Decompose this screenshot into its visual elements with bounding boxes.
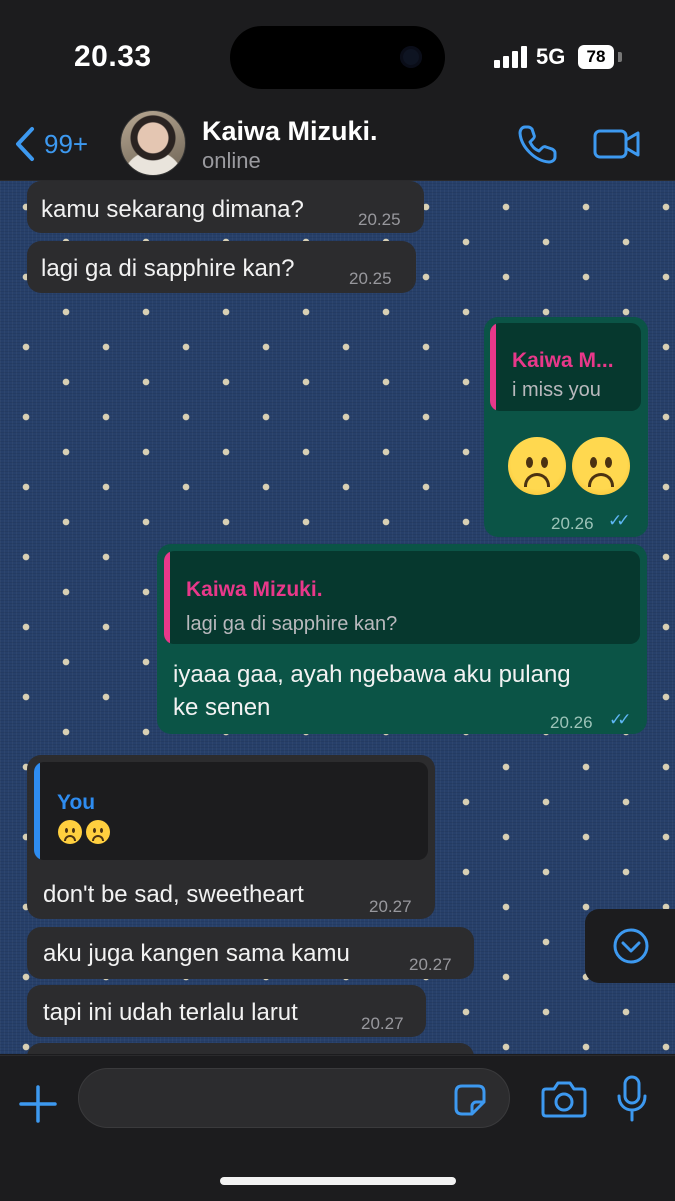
status-bar: 20.33 5G 78 bbox=[0, 0, 675, 110]
front-camera-icon bbox=[400, 46, 422, 68]
message-time: 20.27 bbox=[361, 1014, 404, 1033]
chevron-down-circle-icon bbox=[613, 928, 649, 964]
signal-strength-icon bbox=[494, 46, 528, 68]
message-incoming[interactable]: aku juga kangen sama kamu 20.27 bbox=[27, 927, 474, 979]
scroll-to-bottom-button[interactable] bbox=[585, 909, 675, 983]
avatar[interactable] bbox=[120, 110, 186, 176]
message-incoming[interactable]: tapi ini udah terlalu larut 20.27 bbox=[27, 985, 426, 1037]
message-time: 20.26 bbox=[550, 713, 593, 732]
quote-author: Kaiwa Mizuki. bbox=[186, 578, 323, 601]
message-input[interactable] bbox=[78, 1068, 510, 1128]
contact-name[interactable]: Kaiwa Mizuki. bbox=[202, 116, 378, 147]
message-text: don't be sad, sweetheart bbox=[43, 881, 304, 908]
chat-header: 99+ Kaiwa Mizuki. online bbox=[0, 110, 675, 181]
microphone-icon[interactable] bbox=[614, 1074, 650, 1124]
message-text: aku juga kangen sama kamu bbox=[43, 940, 350, 967]
message-incoming[interactable]: lagi ga di sapphire kan? 20.25 bbox=[27, 241, 416, 293]
chevron-left-icon bbox=[16, 127, 34, 161]
plus-icon[interactable] bbox=[18, 1084, 58, 1124]
battery-tip bbox=[618, 52, 622, 62]
message-text-line: iyaaa gaa, ayah ngebawa aku pulang bbox=[173, 661, 571, 688]
contact-status: online bbox=[202, 148, 261, 173]
quote-author: You bbox=[57, 791, 96, 814]
video-camera-icon[interactable] bbox=[592, 124, 642, 164]
dynamic-island bbox=[230, 26, 445, 89]
quote-text: i miss you bbox=[512, 379, 601, 401]
unread-count: 99+ bbox=[44, 128, 89, 159]
network-type: 5G bbox=[536, 44, 566, 69]
message-text: kamu sekarang dimana? bbox=[41, 196, 304, 223]
sad-face-emoji bbox=[86, 820, 110, 844]
quote-bar bbox=[490, 323, 496, 411]
read-ticks-icon: ✓✓ bbox=[609, 710, 631, 729]
message-time: 20.26 bbox=[551, 514, 594, 533]
message-outgoing[interactable]: Kaiwa Mizuki. lagi ga di sapphire kan? i… bbox=[157, 544, 647, 734]
message-time: 20.27 bbox=[409, 955, 452, 974]
message-incoming[interactable]: You don't be sad, sweetheart 20.27 bbox=[27, 755, 435, 919]
sticker-icon[interactable] bbox=[452, 1082, 488, 1118]
message-outgoing[interactable]: Kaiwa M... i miss you 20.26 ✓✓ bbox=[484, 317, 648, 537]
quoted-message[interactable]: Kaiwa M... i miss you bbox=[490, 323, 641, 411]
message-time: 20.25 bbox=[349, 269, 392, 288]
quote-bar bbox=[34, 762, 40, 860]
message-text-line: ke senen bbox=[173, 694, 271, 721]
message-text: tapi ini udah terlalu larut bbox=[43, 999, 298, 1026]
quote-bar bbox=[164, 551, 170, 644]
camera-icon[interactable] bbox=[540, 1078, 588, 1120]
quote-author: Kaiwa M... bbox=[512, 349, 614, 372]
message-time: 20.25 bbox=[358, 210, 401, 229]
chat-area[interactable]: kamu sekarang dimana? 20.25 lagi ga di s… bbox=[0, 181, 675, 1054]
back-button[interactable]: 99+ bbox=[14, 122, 114, 166]
message-incoming[interactable]: kamu sekarang dimana? 20.25 bbox=[27, 181, 424, 233]
status-time: 20.33 bbox=[74, 40, 152, 73]
battery-level: 78 bbox=[586, 47, 606, 66]
sad-face-emoji bbox=[58, 820, 82, 844]
phone-icon[interactable] bbox=[516, 122, 560, 166]
message-time: 20.27 bbox=[369, 897, 412, 916]
quote-text: lagi ga di sapphire kan? bbox=[186, 613, 398, 635]
message-incoming-partial[interactable] bbox=[27, 1043, 474, 1054]
quoted-message[interactable]: Kaiwa Mizuki. lagi ga di sapphire kan? bbox=[164, 551, 640, 644]
quoted-message[interactable]: You bbox=[34, 762, 428, 860]
home-indicator[interactable] bbox=[220, 1177, 456, 1185]
sad-face-emoji bbox=[508, 437, 566, 495]
sad-face-emoji bbox=[572, 437, 630, 495]
message-text: lagi ga di sapphire kan? bbox=[41, 255, 295, 282]
battery-icon: 78 bbox=[578, 45, 614, 69]
read-ticks-icon: ✓✓ bbox=[608, 511, 630, 530]
